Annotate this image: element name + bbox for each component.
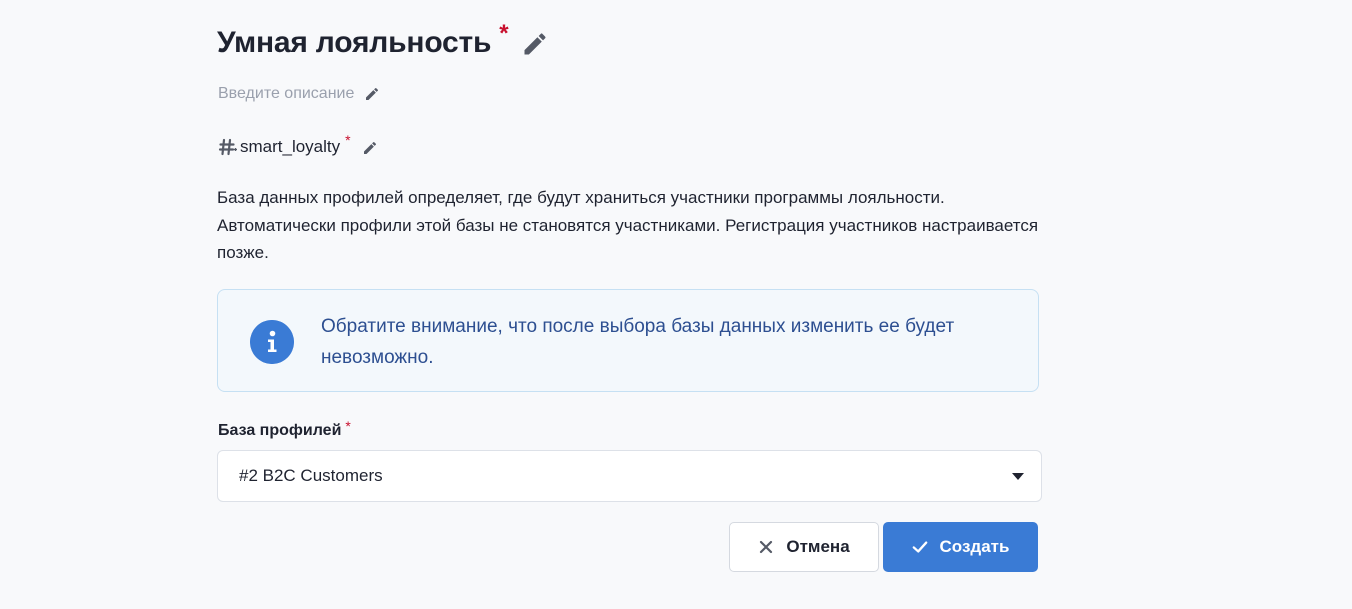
description-row[interactable]: Введите описание — [218, 82, 380, 106]
check-icon — [912, 541, 927, 553]
profile-base-select[interactable]: #2 B2C Customers — [217, 450, 1042, 502]
create-button-label: Создать — [939, 537, 1010, 556]
profile-base-explanation: База данных профилей определяет, где буд… — [217, 188, 1039, 262]
info-notice-text: Обратите внимание, что после выбора базы… — [321, 316, 955, 368]
system-key-value: smart_loyalty — [240, 137, 341, 156]
profile-base-label-row: База профилей * — [218, 419, 351, 443]
pencil-icon[interactable] — [521, 30, 549, 58]
info-icon — [250, 320, 294, 364]
description-placeholder[interactable]: Введите описание — [218, 82, 354, 106]
pencil-icon[interactable] — [364, 86, 380, 102]
create-button[interactable]: Создать — [883, 522, 1038, 572]
required-asterisk: * — [345, 132, 351, 148]
profile-base-selected-value: #2 B2C Customers — [239, 466, 383, 485]
info-notice: Обратите внимание, что после выбора базы… — [217, 289, 1039, 392]
close-icon — [760, 540, 773, 554]
cancel-button[interactable]: Отмена — [729, 522, 879, 572]
required-asterisk: * — [499, 20, 509, 47]
page-title: Умная лояльность — [217, 26, 492, 59]
pencil-icon[interactable] — [362, 140, 378, 156]
cancel-button-label: Отмена — [786, 537, 850, 556]
hash-icon — [218, 138, 237, 156]
title-row: Умная лояльность * — [217, 22, 549, 68]
required-asterisk: * — [345, 418, 351, 434]
loyalty-program-form-page: Умная лояльность * Введите описание smar… — [0, 0, 1352, 609]
system-key-row: smart_loyalty * — [218, 133, 378, 161]
caret-down-icon[interactable] — [1012, 473, 1024, 480]
profile-base-label: База профилей — [218, 422, 342, 439]
